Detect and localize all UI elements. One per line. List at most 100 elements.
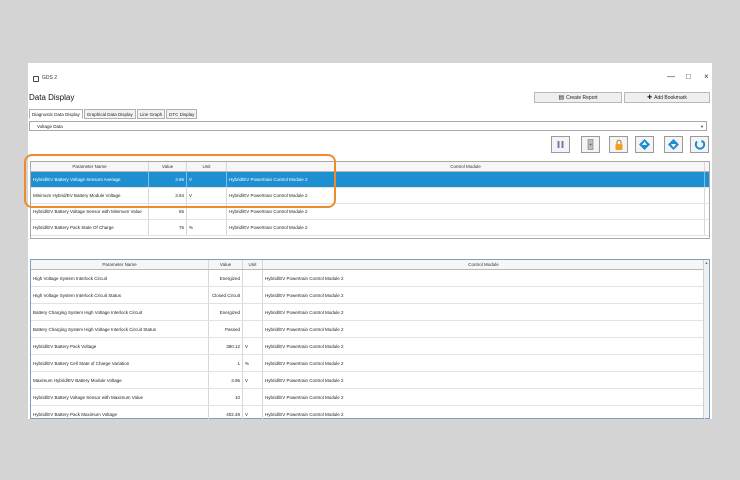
unit-cell: V [187, 172, 227, 187]
scroll-up-icon[interactable]: ▲ [704, 261, 709, 265]
control-module-cell: Hybrid/EV Powertrain Control Module 2 [227, 204, 705, 219]
column-header-parameter-name[interactable]: Parameter Name [31, 162, 149, 171]
move-up-button[interactable] [635, 136, 654, 153]
move-down-button[interactable] [664, 136, 683, 153]
create-report-button[interactable]: ▤ Create Report [534, 92, 622, 103]
control-module-cell: Hybrid/EV Powertrain Control Module 2 [263, 355, 705, 371]
unit-cell [243, 304, 263, 320]
table-row[interactable]: Hybrid/EV Battery Cell State of Charge V… [31, 355, 709, 372]
column-header-value[interactable]: Value [149, 162, 187, 171]
close-button[interactable]: × [704, 73, 709, 81]
parameter-name-cell: Hybrid/EV Battery Pack Maximum Voltage [31, 406, 209, 419]
parameter-name-cell: Hybrid/EV Battery Voltage Sensor with Mi… [31, 204, 149, 219]
column-header-control-module[interactable]: Control Module [227, 162, 705, 171]
unit-cell: V [243, 372, 263, 388]
column-header-control-module[interactable]: Control Module [263, 260, 705, 269]
all-parameters-table: Parameter Name Value Unit Control Module… [30, 259, 710, 419]
window-title: GDS 2 [42, 75, 58, 81]
table-row[interactable]: Maximum Hybrid/EV Battery Module Voltage… [31, 372, 709, 389]
column-header-unit[interactable]: Unit [243, 260, 263, 269]
unit-cell [243, 270, 263, 286]
move-up-icon [639, 139, 650, 150]
move-down-icon [668, 139, 679, 150]
table-row[interactable]: Battery Charging System High Voltage Int… [31, 321, 709, 338]
lock-button[interactable] [609, 136, 628, 153]
unit-cell: V [243, 406, 263, 419]
maximize-button[interactable]: □ [686, 73, 691, 81]
tab-diagnostic-data-display[interactable]: Diagnostic Data Display [29, 109, 83, 119]
value-cell: Energized [209, 304, 243, 320]
value-cell: 3.96 [209, 372, 243, 388]
parameter-name-cell: Minimum Hybrid/EV Battery Module Voltage [31, 188, 149, 203]
value-cell: 3.94 [149, 188, 187, 203]
value-cell: 3.96 [149, 172, 187, 187]
pause-icon [557, 141, 564, 148]
app-icon [33, 76, 39, 82]
vertical-scrollbar[interactable]: ▲ [703, 260, 709, 418]
tab-line-graph[interactable]: Line Graph [136, 109, 166, 119]
control-module-cell: Hybrid/EV Powertrain Control Module 2 [263, 304, 705, 320]
tab-graphical-data-display[interactable]: Graphical Data Display [83, 109, 136, 119]
refresh-icon [694, 139, 705, 150]
unit-cell: % [187, 220, 227, 235]
export-icon [587, 139, 594, 150]
control-module-cell: Hybrid/EV Powertrain Control Module 2 [227, 172, 705, 187]
table-row[interactable]: Hybrid/EV Battery Voltage Sensor with Ma… [31, 389, 709, 406]
tab-dtc-display[interactable]: DTC Display [166, 109, 198, 119]
table-row[interactable]: High Voltage System Interlock Circuit St… [31, 287, 709, 304]
unit-cell: V [187, 188, 227, 203]
control-module-cell: Hybrid/EV Powertrain Control Module 2 [263, 338, 705, 354]
data-group-select[interactable]: Voltage Data ▼ [29, 121, 707, 131]
table-row[interactable]: Battery Charging System High Voltage Int… [31, 304, 709, 321]
column-header-unit[interactable]: Unit [187, 162, 227, 171]
parameter-name-cell: Hybrid/EV Battery Voltage Sensor with Ma… [31, 389, 209, 405]
table-row[interactable]: Hybrid/EV Battery Voltage Sensor with Mi… [31, 204, 709, 220]
page-title: Data Display [29, 93, 75, 102]
app-window: GDS 2 — □ × Data Display ▤ Create Report… [28, 63, 712, 419]
unit-cell [243, 287, 263, 303]
lock-icon [615, 139, 622, 150]
parameter-name-cell: Hybrid/EV Battery Pack State Of Charge [31, 220, 149, 235]
parameter-name-cell: Maximum Hybrid/EV Battery Module Voltage [31, 372, 209, 388]
data-group-value: Voltage Data [37, 124, 63, 129]
minimize-button[interactable]: — [667, 73, 675, 81]
control-module-cell: Hybrid/EV Powertrain Control Module 2 [227, 220, 705, 235]
unit-cell [243, 321, 263, 337]
unit-cell: V [243, 338, 263, 354]
value-cell: 380.12 [209, 338, 243, 354]
value-cell: Closed Circuit [209, 287, 243, 303]
value-cell: 10 [209, 389, 243, 405]
export-button[interactable] [581, 136, 600, 153]
control-module-cell: Hybrid/EV Powertrain Control Module 2 [263, 372, 705, 388]
chevron-down-icon: ▼ [700, 124, 704, 129]
unit-cell [187, 204, 227, 219]
report-icon: ▤ [558, 95, 565, 101]
parameter-name-cell: Hybrid/EV Battery Pack Voltage [31, 338, 209, 354]
value-cell: Energized [209, 270, 243, 286]
table-row[interactable]: Hybrid/EV Battery Pack State Of Charge 7… [31, 220, 709, 236]
value-cell: 1 [209, 355, 243, 371]
value-cell: 76 [149, 220, 187, 235]
table-header-row: Parameter Name Value Unit Control Module [31, 260, 709, 270]
table-header-row: Parameter Name Value Unit Control Module [31, 162, 709, 172]
title-bar: GDS 2 — □ × [28, 63, 712, 91]
table-row[interactable]: Hybrid/EV Battery Pack Maximum Voltage 4… [31, 406, 709, 419]
table-row[interactable]: High Voltage System Interlock Circuit En… [31, 270, 709, 287]
table-row[interactable]: Hybrid/EV Battery Pack Voltage 380.12 V … [31, 338, 709, 355]
pause-button[interactable] [551, 136, 570, 153]
column-header-value[interactable]: Value [209, 260, 243, 269]
parameter-name-cell: Hybrid/EV Battery Voltage Sensors Averag… [31, 172, 149, 187]
value-cell: 65 [149, 204, 187, 219]
column-header-parameter-name[interactable]: Parameter Name [31, 260, 209, 269]
value-cell: 402.48 [209, 406, 243, 419]
add-bookmark-label: Add Bookmark [654, 94, 687, 101]
table-row[interactable]: Minimum Hybrid/EV Battery Module Voltage… [31, 188, 709, 204]
parameter-name-cell: High Voltage System Interlock Circuit St… [31, 287, 209, 303]
control-module-cell: Hybrid/EV Powertrain Control Module 2 [263, 287, 705, 303]
add-bookmark-button[interactable]: ✚ Add Bookmark [624, 92, 710, 103]
selected-parameters-table: Parameter Name Value Unit Control Module… [30, 161, 710, 239]
refresh-button[interactable] [690, 136, 709, 153]
table-row[interactable]: Hybrid/EV Battery Voltage Sensors Averag… [31, 172, 709, 188]
control-module-cell: Hybrid/EV Powertrain Control Module 2 [263, 270, 705, 286]
parameter-name-cell: Hybrid/EV Battery Cell State of Charge V… [31, 355, 209, 371]
